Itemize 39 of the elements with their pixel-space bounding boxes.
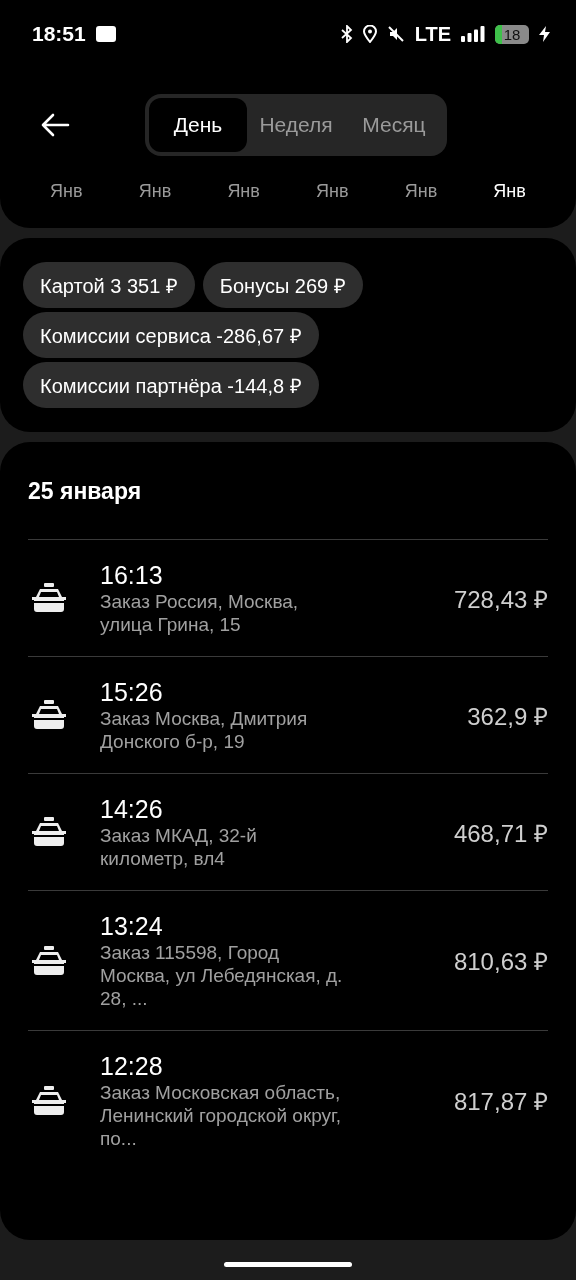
notification-icon: [95, 26, 116, 42]
period-tab[interactable]: День: [149, 98, 247, 152]
summary-chip: Картой 3 351 ₽: [23, 262, 195, 308]
charging-icon: [539, 26, 550, 42]
order-time: 13:24: [100, 911, 164, 941]
order-address: Заказ 115598, Город Москва, ул Лебедянская, д. 28, ...: [100, 941, 344, 1010]
order-address: Заказ Московская область, Ленинский городской округ, по...: [100, 1081, 342, 1150]
summary-chip: Бонусы 269 ₽: [202, 262, 363, 308]
order-time: 14:26: [100, 794, 164, 824]
month-tab[interactable]: Янв: [227, 181, 260, 202]
order-amount: 728,43 ₽: [453, 584, 548, 615]
period-tab[interactable]: Неделя: [247, 98, 345, 152]
order-amount: 362,9 ₽: [467, 701, 548, 732]
order-time: 12:28: [100, 1051, 164, 1081]
signal-icon: [461, 26, 485, 42]
order-amount: 810,63 ₽: [453, 947, 548, 977]
battery-icon: 18: [495, 24, 529, 44]
summary-chip: Комиссии сервиса -286,67 ₽: [23, 312, 319, 358]
order-time: 16:13: [100, 560, 164, 590]
location-icon: [362, 25, 377, 43]
mute-icon: [386, 25, 405, 43]
month-tab[interactable]: Янв: [138, 181, 172, 202]
date-heading: 25 января: [28, 478, 143, 505]
period-tab[interactable]: Месяц: [345, 98, 443, 152]
month-tab[interactable]: Янв: [316, 181, 349, 202]
order-amount: 817,87 ₽: [453, 1087, 548, 1117]
order-amount: 468,71 ₽: [453, 818, 548, 849]
network-label: LTE: [414, 22, 451, 46]
status-time: 18:51: [32, 22, 86, 46]
order-address: Заказ Россия, Москва, улица Грина, 15: [100, 590, 300, 636]
summary-chip: Комиссии партнёра -144,8 ₽: [23, 362, 319, 408]
order-address: Заказ МКАД, 32-й километр, вл4: [100, 824, 258, 870]
month-tab[interactable]: Янв: [404, 181, 438, 202]
month-tab[interactable]: Янв: [493, 181, 526, 202]
order-time: 15:26: [100, 677, 164, 707]
back-arrow-icon[interactable]: [40, 113, 70, 137]
bluetooth-icon: [340, 25, 353, 43]
order-address: Заказ Москва, Дмитрия Донского б-р, 19: [100, 707, 309, 753]
month-tab[interactable]: Янв: [50, 181, 83, 202]
